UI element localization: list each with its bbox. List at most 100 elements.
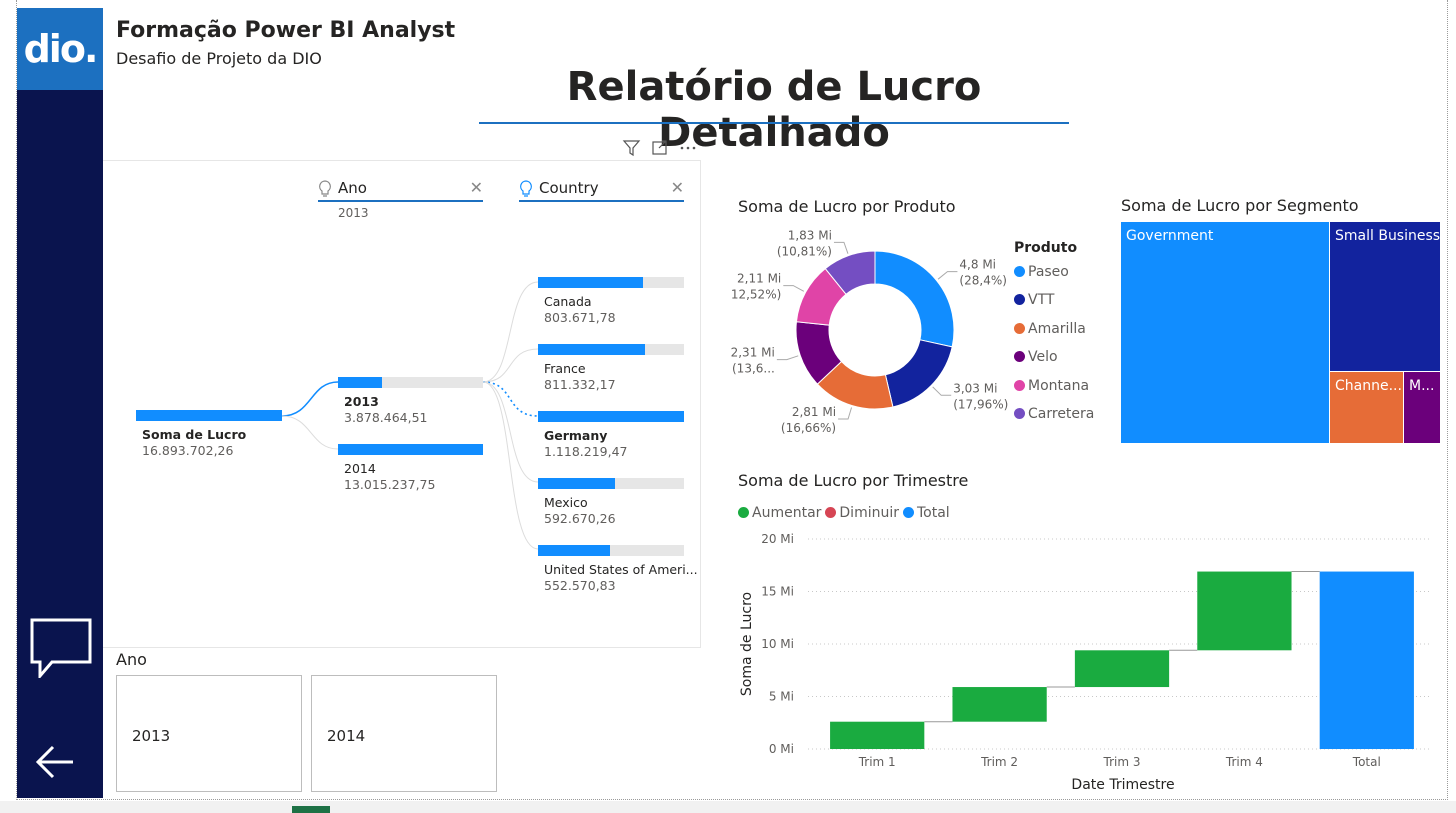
waterfall-chart[interactable]: 0 Mi 5 Mi 10 Mi 15 Mi 20 Mi Soma de Lucro Date… — [730, 525, 1445, 800]
donut-percent-label: (12,52%) — [730, 288, 781, 302]
back-arrow-icon[interactable] — [35, 744, 75, 780]
legend-dot-icon — [1014, 322, 1025, 334]
donut-legend-title: Produto — [1014, 240, 1078, 256]
node-bar — [538, 411, 684, 422]
x-tick-label: Total — [1352, 755, 1381, 769]
legend-item-carretera[interactable]: Carretera — [1014, 406, 1094, 422]
legend-item-diminuir[interactable]: Diminuir — [825, 505, 899, 521]
donut-data-label: 1,83 Mi — [788, 228, 832, 242]
legend-label: Velo — [1028, 349, 1058, 366]
slicer-option-2014[interactable]: 2014 — [311, 675, 497, 792]
dio-logo: dio. — [17, 8, 103, 90]
title-underline — [479, 122, 1069, 124]
waterfall-legend: Aumentar Diminuir Total — [738, 505, 954, 521]
legend-label: Total — [917, 505, 950, 521]
node-label: Canada — [544, 294, 592, 309]
x-tick-label: Trim 3 — [1103, 755, 1141, 769]
node-bar — [538, 277, 643, 288]
legend-label: Carretera — [1028, 406, 1095, 422]
filter-icon[interactable] — [622, 140, 641, 157]
slicer-option-label: 2014 — [327, 727, 366, 745]
level-label: Country — [539, 179, 599, 197]
node-value: 592.670,26 — [544, 511, 616, 526]
more-options-icon[interactable] — [680, 146, 696, 150]
node-bar — [338, 377, 382, 388]
y-tick-label: 5 Mi — [769, 690, 794, 704]
y-tick-label: 0 Mi — [769, 742, 794, 756]
remove-level-icon[interactable]: ✕ — [671, 178, 684, 197]
legend-item-paseo[interactable]: Paseo — [1014, 264, 1069, 280]
node-value: 1.118.219,47 — [544, 444, 628, 459]
treemap-tile[interactable]: M... — [1404, 372, 1440, 443]
legend-item-velo[interactable]: Velo — [1014, 349, 1058, 365]
treemap-tile[interactable]: Channe... — [1330, 372, 1403, 443]
waterfall-bar-trim-1[interactable] — [830, 721, 925, 749]
focus-mode-icon[interactable] — [652, 140, 667, 155]
node-bar — [136, 410, 282, 421]
legend-dot-icon — [738, 507, 749, 518]
donut-slice-vtt[interactable] — [884, 339, 953, 408]
node-bar — [538, 344, 645, 355]
donut-slice-paseo[interactable] — [874, 250, 955, 348]
slicer-title: Ano — [116, 650, 147, 669]
node-label: Soma de Lucro — [142, 427, 247, 442]
legend-item-montana[interactable]: Montana — [1014, 378, 1089, 394]
donut-leader-line — [838, 407, 853, 420]
slicer-option-2013[interactable]: 2013 — [116, 675, 302, 792]
visual-header-icons — [622, 140, 696, 157]
waterfall-bar-trim-4[interactable] — [1197, 571, 1292, 651]
donut-data-label: 2,31 Mi — [731, 346, 775, 360]
legend-item-aumentar[interactable]: Aumentar — [738, 505, 821, 521]
report-page: dio. Formação Power BI Analyst Desafio d… — [0, 0, 1456, 813]
node-label: Germany — [544, 428, 608, 443]
logo-text: dio. — [23, 27, 99, 71]
level-selected-value: 2013 — [338, 206, 369, 220]
node-label: Mexico — [544, 495, 588, 510]
donut-chart[interactable]: 4,8 Mi (28,4%) 3,03 Mi (17,96%) 2,81 Mi (16,6… — [730, 225, 1010, 445]
ai-split-bulb-icon — [520, 180, 532, 197]
active-page-tab[interactable] — [292, 806, 330, 813]
y-tick-label: 20 Mi — [761, 532, 794, 546]
level-header-ano[interactable]: Ano ✕ — [318, 178, 483, 202]
treemap-tile[interactable]: Government — [1121, 222, 1329, 443]
waterfall-bar-total[interactable] — [1319, 571, 1414, 749]
legend-dot-icon — [825, 507, 837, 518]
page-title: Relatório de Lucro Detalhado — [566, 64, 982, 156]
donut-leader-line — [932, 386, 952, 396]
treemap-tile[interactable]: Small Business — [1330, 222, 1440, 371]
sidebar: dio. — [17, 8, 103, 798]
remove-level-icon[interactable]: ✕ — [470, 178, 483, 197]
legend-label: Diminuir — [839, 505, 899, 521]
x-axis-label: Date Trimestre — [1071, 777, 1174, 793]
donut-percent-label: (16,66%) — [781, 421, 836, 435]
legend-label: VTT — [1028, 292, 1055, 309]
legend-item-vtt[interactable]: VTT — [1014, 292, 1054, 308]
legend-label: Paseo — [1028, 264, 1069, 280]
donut-leader-line — [833, 241, 849, 254]
report-heading: Formação Power BI Analyst — [116, 18, 456, 43]
node-bar — [338, 444, 483, 455]
chat-icon[interactable] — [30, 618, 92, 678]
donut-leader-line — [937, 271, 958, 280]
level-header-country[interactable]: Country ✕ — [519, 178, 684, 202]
legend-item-amarilla[interactable]: Amarilla — [1014, 321, 1086, 337]
ai-split-bulb-icon — [319, 180, 331, 197]
legend-dot-icon — [903, 507, 914, 518]
legend-dot-icon — [1014, 351, 1025, 363]
node-value: 13.015.237,75 — [344, 477, 436, 492]
legend-item-total[interactable]: Total — [903, 505, 950, 521]
treemap-title: Soma de Lucro por Segmento — [1121, 196, 1359, 215]
slicer-option-label: 2013 — [132, 727, 171, 745]
waterfall-bar-trim-2[interactable] — [952, 687, 1047, 722]
node-bar — [538, 478, 615, 489]
waterfall-title: Soma de Lucro por Trimestre — [738, 471, 969, 490]
node-value: 811.332,17 — [544, 377, 616, 392]
y-tick-label: 15 Mi — [761, 585, 794, 599]
node-label: France — [544, 361, 586, 376]
donut-data-label: 2,81 Mi — [792, 405, 836, 419]
donut-percent-label: (28,4%) — [959, 274, 1006, 288]
legend-dot-icon — [1014, 294, 1025, 306]
waterfall-bar-trim-3[interactable] — [1074, 650, 1170, 688]
legend-dot-icon — [1014, 266, 1025, 277]
node-value: 3.878.464,51 — [344, 410, 428, 425]
